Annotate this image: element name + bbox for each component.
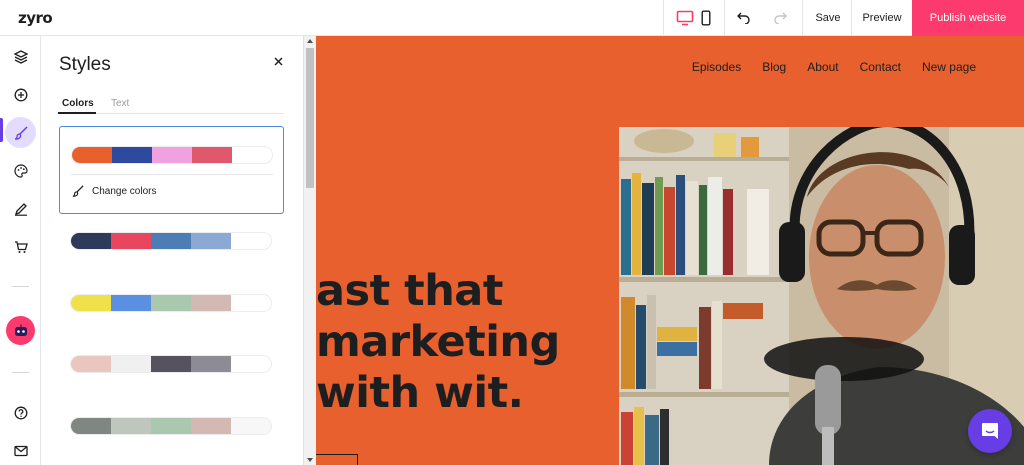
panel-scrollbar[interactable] [303, 36, 316, 465]
hero-line: marketing [316, 317, 560, 367]
brush-icon[interactable] [5, 117, 36, 148]
nav-link-about[interactable]: About [807, 60, 838, 74]
color-swatch [192, 147, 232, 163]
change-colors-button[interactable]: Change colors [72, 185, 156, 197]
mail-icon[interactable] [5, 435, 36, 465]
color-swatch [71, 295, 111, 311]
color-swatch [151, 356, 191, 372]
save-button[interactable]: Save [810, 0, 846, 36]
active-indicator [0, 118, 3, 142]
hero-line: with wit. [316, 368, 524, 418]
tab-text[interactable]: Text [111, 98, 129, 109]
zyro-logo[interactable]: zyro [18, 9, 53, 27]
nav-link-contact[interactable]: Contact [860, 60, 901, 74]
website-canvas[interactable]: Episodes Blog About Contact New page ast… [316, 36, 1024, 465]
chat-icon [982, 423, 998, 439]
selected-palette-card[interactable]: Change colors [59, 126, 284, 214]
color-swatch [71, 233, 111, 249]
color-swatch [111, 356, 151, 372]
hero-line: ast that [316, 266, 503, 316]
color-swatch [231, 418, 271, 434]
desktop-icon[interactable] [674, 0, 696, 36]
color-swatch [71, 356, 111, 372]
color-swatch [72, 147, 112, 163]
layers-icon[interactable] [5, 41, 36, 72]
tab-colors[interactable]: Colors [62, 98, 94, 109]
color-swatch [111, 295, 151, 311]
cart-icon[interactable] [5, 231, 36, 262]
nav-link-new-page[interactable]: New page [922, 60, 976, 74]
color-swatch [111, 418, 151, 434]
scroll-up-arrow[interactable] [307, 39, 313, 43]
color-swatch [231, 233, 271, 249]
palette-option[interactable] [70, 355, 272, 373]
color-swatch [151, 418, 191, 434]
palette-swatches [71, 146, 273, 164]
hero-photo[interactable] [619, 127, 1024, 465]
active-tab-underline [58, 112, 96, 114]
panel-title: Styles [59, 54, 111, 75]
separator [802, 0, 803, 36]
scroll-thumb[interactable] [306, 48, 314, 188]
ai-robot-icon[interactable] [6, 316, 35, 345]
chat-support-button[interactable] [968, 409, 1012, 453]
color-swatch [231, 295, 271, 311]
color-swatch [111, 233, 151, 249]
hero-heading[interactable]: ast that marketing with wit. [316, 266, 560, 419]
color-swatch [151, 295, 191, 311]
color-swatch [191, 295, 231, 311]
divider [12, 286, 29, 287]
color-swatch [152, 147, 192, 163]
color-swatch [112, 147, 152, 163]
site-navigation: Episodes Blog About Contact New page [671, 60, 976, 74]
undo-icon[interactable] [734, 0, 754, 36]
redo-icon[interactable] [770, 0, 790, 36]
hero-button[interactable] [316, 454, 358, 465]
nav-link-episodes[interactable]: Episodes [692, 60, 741, 74]
separator [724, 0, 725, 36]
separator [663, 0, 664, 36]
nav-link-blog[interactable]: Blog [762, 60, 786, 74]
publish-website-button[interactable]: Publish website [912, 0, 1024, 36]
palette-option[interactable] [70, 232, 272, 250]
add-element-icon[interactable] [5, 79, 36, 110]
brush-icon [72, 185, 84, 197]
styles-tabs: Colors Text [58, 98, 284, 114]
separator [851, 0, 852, 36]
color-swatch [71, 418, 111, 434]
color-swatch [231, 356, 271, 372]
left-sidebar [0, 36, 41, 465]
help-icon[interactable] [5, 397, 36, 428]
palette-option[interactable] [70, 417, 272, 435]
color-swatch [232, 147, 272, 163]
color-swatch [151, 233, 191, 249]
color-swatch [191, 418, 231, 434]
styles-panel: Styles Colors Text Change colors [41, 36, 303, 465]
change-colors-label: Change colors [92, 185, 157, 197]
preview-button[interactable]: Preview [858, 0, 906, 36]
pen-icon[interactable] [5, 193, 36, 224]
divider [71, 174, 273, 175]
scroll-down-arrow[interactable] [307, 458, 313, 462]
color-swatch [191, 233, 231, 249]
palette-icon[interactable] [5, 155, 36, 186]
color-swatch [191, 356, 231, 372]
divider [12, 372, 29, 373]
palette-option[interactable] [70, 294, 272, 312]
mobile-icon[interactable] [698, 0, 714, 36]
top-bar: zyro Save Preview Publish website [0, 0, 1024, 36]
close-icon[interactable] [269, 52, 287, 70]
